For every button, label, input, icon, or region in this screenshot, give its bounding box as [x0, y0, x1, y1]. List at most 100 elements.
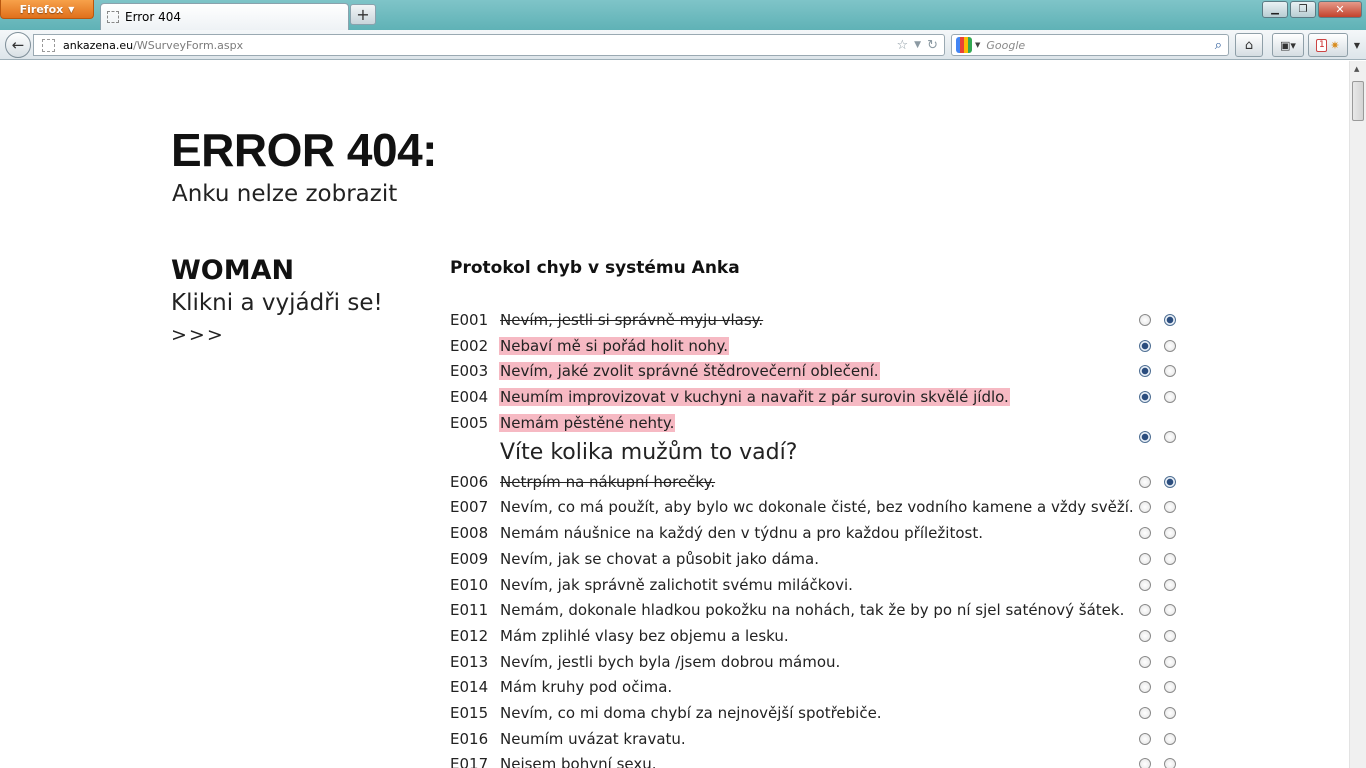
error-description: Neumím uvázat kravatu.: [500, 729, 686, 748]
radio-option-a[interactable]: [1139, 706, 1151, 719]
scrollbar-thumb[interactable]: [1352, 81, 1364, 121]
error-code: E005: [450, 413, 489, 432]
error-description: Nejsem bohyní sexu.: [500, 755, 657, 768]
tab-error-404[interactable]: Error 404: [100, 3, 349, 30]
error-description: Nebaví mě si pořád holit nohy.: [499, 336, 730, 355]
error-protocol-list: E001 Nevím, jestli si správně myju vlasy.…: [450, 311, 1190, 768]
bookmarks-menu-button[interactable]: ▣▾: [1272, 33, 1304, 57]
radio-option-b[interactable]: [1164, 629, 1176, 642]
url-domain: ankazena.eu: [63, 38, 134, 52]
radio-option-a[interactable]: [1139, 527, 1151, 540]
error-code: E010: [450, 575, 489, 594]
error-note: Víte kolika mužům to vadí?: [500, 439, 798, 465]
radio-option-b[interactable]: [1164, 391, 1176, 404]
sidebar-arrows[interactable]: >>>: [171, 324, 225, 346]
survey-row: E003 Nevím, jaké zvolit správné štědroveč…: [450, 362, 1190, 388]
radio-option-a[interactable]: [1139, 552, 1151, 565]
page-content: ERROR 404: Anku nelze zobrazit WOMAN Kli…: [0, 61, 1349, 768]
survey-row: E013 Nevím, jestli bych byla /jsem dobrou…: [450, 653, 1190, 679]
radio-option-a[interactable]: [1139, 430, 1151, 443]
radio-option-b[interactable]: [1164, 475, 1176, 488]
search-icon[interactable]: ⌕: [1215, 38, 1222, 53]
restore-button[interactable]: ❐: [1290, 1, 1316, 18]
radio-option-b[interactable]: [1164, 430, 1176, 443]
minimize-button[interactable]: ▁: [1262, 1, 1288, 18]
radio-option-b[interactable]: [1164, 365, 1176, 378]
radio-option-a[interactable]: [1139, 655, 1151, 668]
back-button[interactable]: ←: [5, 32, 31, 58]
error-description: Nemám pěstěné nehty.: [499, 413, 676, 432]
engine-dropdown-icon[interactable]: ▼: [975, 41, 980, 49]
radio-option-b[interactable]: [1164, 578, 1176, 591]
radio-option-b[interactable]: [1164, 339, 1176, 352]
radio-option-a[interactable]: [1139, 732, 1151, 745]
close-window-button[interactable]: ✕: [1318, 1, 1362, 18]
radio-option-a[interactable]: [1139, 758, 1151, 768]
plus-icon: +: [356, 5, 370, 24]
radio-option-a[interactable]: [1139, 475, 1151, 488]
radio-option-b[interactable]: [1164, 501, 1176, 514]
radio-option-a[interactable]: [1139, 314, 1151, 326]
radio-option-b[interactable]: [1164, 314, 1176, 326]
urlbar-actions: ☆ ▼ ↻: [897, 38, 944, 53]
chevron-down-icon: ▼: [1353, 40, 1361, 50]
scroll-up-icon[interactable]: ▲: [1354, 65, 1359, 73]
url-path: /WSurveyForm.aspx: [133, 38, 244, 52]
radio-option-a[interactable]: [1139, 629, 1151, 642]
radio-option-b[interactable]: [1164, 527, 1176, 540]
radio-option-a[interactable]: [1139, 501, 1151, 514]
radio-option-b[interactable]: [1164, 758, 1176, 768]
error-code: E003: [450, 362, 489, 381]
survey-row: E009 Nevím, jak se chovat a působit jako …: [450, 550, 1190, 576]
survey-row: E016 Neumím uvázat kravatu.: [450, 730, 1190, 756]
radio-option-b[interactable]: [1164, 681, 1176, 694]
error-code: E009: [450, 549, 489, 568]
sidebar-title: WOMAN: [171, 255, 295, 286]
sidebar-cta-link[interactable]: Klikni a vyjádři se!: [171, 290, 383, 316]
survey-row: E014 Mám kruhy pod očima.: [450, 678, 1190, 704]
survey-row: E007 Nevím, co má použít, aby bylo wc dok…: [450, 498, 1190, 524]
survey-row: E015 Nevím, co mi doma chybí za nejnovějš…: [450, 704, 1190, 730]
search-bar[interactable]: ▼ Google ⌕: [951, 34, 1229, 56]
back-arrow-icon: ←: [11, 36, 25, 54]
bookmark-star-icon[interactable]: ☆: [897, 38, 909, 53]
page-subtitle: Anku nelze zobrazit: [172, 181, 398, 207]
toolbar-overflow-button[interactable]: ▼: [1350, 33, 1364, 57]
radio-option-a[interactable]: [1139, 391, 1151, 404]
radio-option-b[interactable]: [1164, 552, 1176, 565]
radio-option-a[interactable]: [1139, 681, 1151, 694]
error-description: Nemám náušnice na každý den v týdnu a pr…: [500, 524, 983, 543]
survey-row: E011 Nemám, dokonale hladkou pokožku na n…: [450, 601, 1190, 627]
google-engine-icon[interactable]: [956, 37, 972, 53]
error-description: Nevím, co má použít, aby bylo wc dokonal…: [500, 498, 1134, 517]
addon-button[interactable]: 1 ✷: [1308, 33, 1348, 57]
radio-option-b[interactable]: [1164, 732, 1176, 745]
new-tab-button[interactable]: +: [350, 4, 376, 25]
firefox-menu-button[interactable]: Firefox ▼: [0, 0, 94, 19]
survey-row: E001 Nevím, jestli si správně myju vlasy.: [450, 311, 1190, 337]
survey-row: E004 Neumím improvizovat v kuchyni a nava…: [450, 388, 1190, 414]
radio-option-b[interactable]: [1164, 655, 1176, 668]
radio-option-b[interactable]: [1164, 706, 1176, 719]
survey-row: E006 Netrpím na nákupní horečky.: [450, 473, 1190, 499]
error-description: Nevím, jestli si správně myju vlasy.: [500, 311, 764, 329]
error-description: Nevím, jaké zvolit správné štědrovečerní…: [499, 362, 880, 381]
site-identity-icon[interactable]: [42, 38, 55, 52]
minimize-icon: ▁: [1271, 4, 1279, 15]
address-bar[interactable]: ankazena.eu /WSurveyForm.aspx ☆ ▼ ↻: [33, 34, 945, 56]
error-code: E004: [450, 388, 489, 407]
error-code: E016: [450, 729, 489, 748]
radio-option-a[interactable]: [1139, 604, 1151, 617]
radio-option-a[interactable]: [1139, 339, 1151, 352]
survey-row: E002 Nebaví mě si pořád holit nohy.: [450, 336, 1190, 363]
error-description: Nevím, jestli bych byla /jsem dobrou mám…: [500, 652, 841, 671]
history-dropdown-icon[interactable]: ▼: [914, 40, 921, 50]
vertical-scrollbar[interactable]: ▲: [1349, 61, 1366, 768]
radio-option-a[interactable]: [1139, 365, 1151, 378]
home-button[interactable]: ⌂: [1235, 33, 1263, 57]
reload-icon[interactable]: ↻: [927, 38, 938, 53]
radio-option-b[interactable]: [1164, 604, 1176, 617]
error-code: E008: [450, 524, 489, 543]
survey-row: E005 Nemám pěstěné nehty. Víte kolika mužů…: [450, 413, 1190, 473]
radio-option-a[interactable]: [1139, 578, 1151, 591]
